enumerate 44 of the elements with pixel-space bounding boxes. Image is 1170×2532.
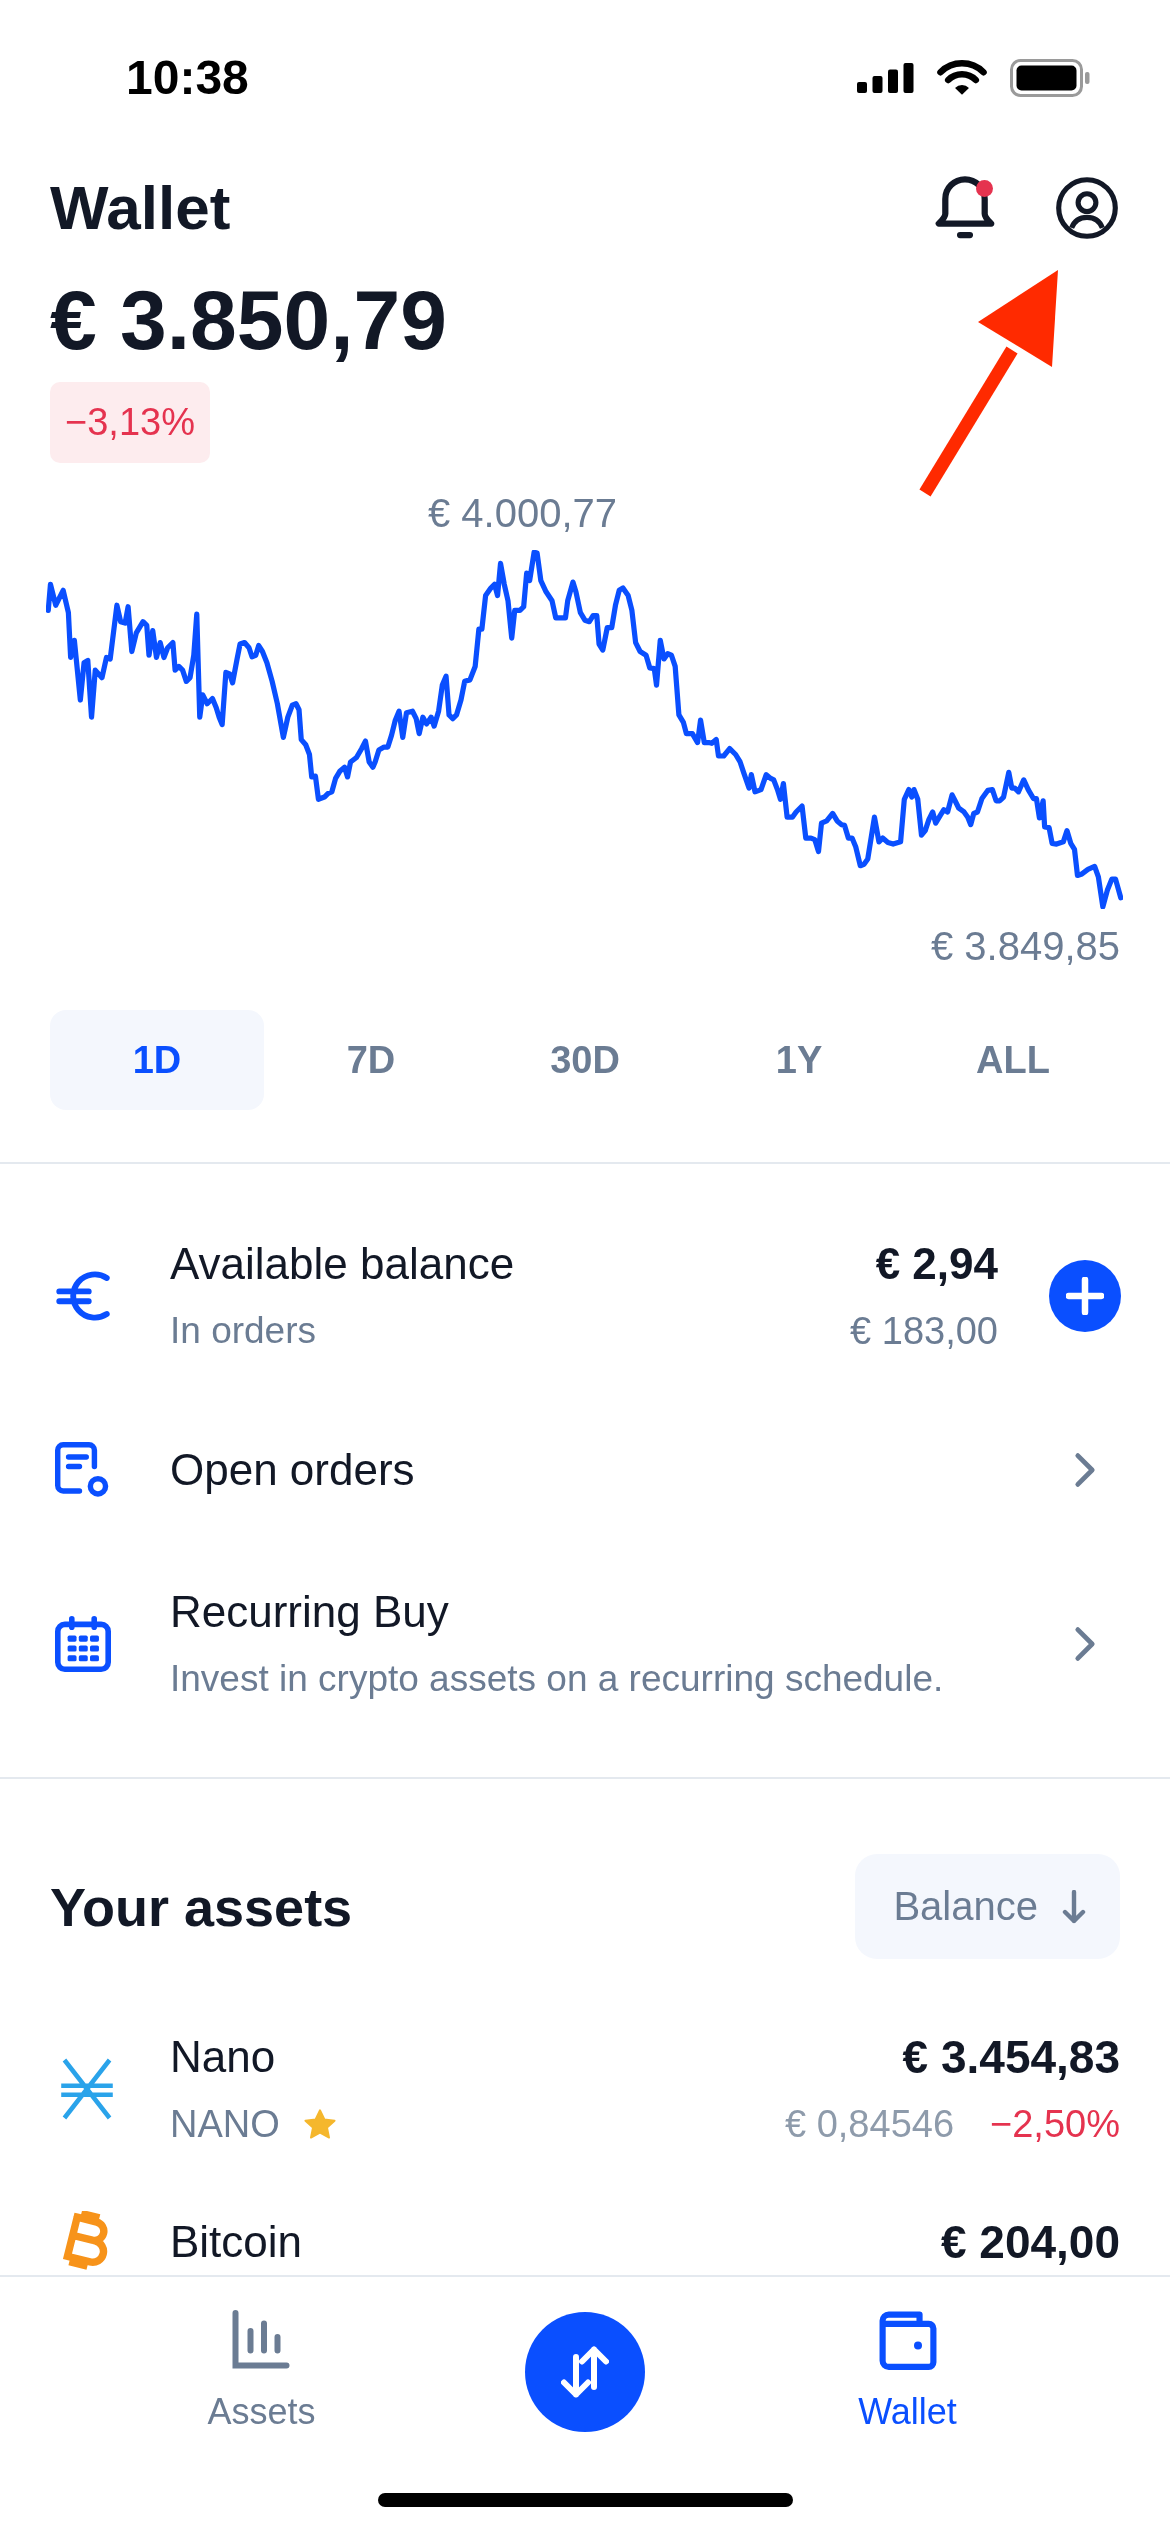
nav-tab[interactable]: Wallet: [858, 2310, 957, 2434]
asset-name[interactable]: Bitcoin: [170, 2216, 303, 2268]
section-title: Your assets: [50, 1875, 353, 1938]
change-badge: −3,13%: [50, 382, 210, 463]
profile-icon[interactable]: [1056, 177, 1118, 239]
notification-bell-icon[interactable]: [935, 176, 995, 240]
plus-icon: [1066, 1277, 1104, 1315]
wallet-icon: [877, 2310, 938, 2370]
arrow-down-icon: [1062, 1889, 1086, 1924]
portfolio-total: € 3.850,79: [50, 272, 448, 368]
star-icon[interactable]: [303, 2108, 336, 2140]
chart-low-label: € 3.849,85: [930, 923, 1120, 970]
period-tab[interactable]: 7D: [264, 1010, 478, 1110]
chart-high-label: € 4.000,77: [428, 490, 618, 537]
sort-button[interactable]: Balance: [855, 1854, 1120, 1959]
period-tab[interactable]: 30D: [478, 1010, 692, 1110]
nav-tab[interactable]: Assets: [207, 2310, 316, 2434]
chevron-right-icon[interactable]: [1074, 1452, 1096, 1488]
asset-price: € 0,84546: [785, 2102, 955, 2147]
period-tab[interactable]: 1Y: [692, 1010, 906, 1110]
in-orders-value: € 183,00: [850, 1309, 998, 1354]
chevron-right-icon[interactable]: [1074, 1626, 1096, 1662]
asset-ticker: NANO: [170, 2102, 280, 2147]
asset-name[interactable]: Nano: [170, 2031, 276, 2083]
bar-chart-icon: [231, 2310, 292, 2370]
row-subtitle: In orders: [170, 1309, 316, 1353]
calendar-icon: [54, 1616, 112, 1672]
swap-arrows-icon: [560, 2346, 609, 2398]
row-title[interactable]: Available balance: [170, 1238, 515, 1290]
battery-icon: [1010, 59, 1090, 97]
asset-value: € 3.454,83: [902, 2031, 1120, 2083]
row-title[interactable]: Recurring Buy: [170, 1586, 449, 1638]
row-subtitle: Invest in crypto assets on a recurring schedule.: [170, 1657, 944, 1701]
wifi-icon: [937, 60, 987, 96]
balance-value: € 2,94: [875, 1238, 998, 1290]
period-tab[interactable]: ALL: [906, 1010, 1120, 1110]
signal-icon: [857, 63, 914, 93]
status-time: 10:38: [126, 50, 249, 106]
asset-change: −2,50%: [990, 2102, 1120, 2147]
page-title: Wallet: [50, 172, 231, 244]
euro-icon: [56, 1270, 110, 1322]
row-title[interactable]: Open orders: [170, 1444, 415, 1496]
asset-value: € 204,00: [940, 2216, 1120, 2268]
period-tab[interactable]: 1D: [50, 1010, 264, 1110]
